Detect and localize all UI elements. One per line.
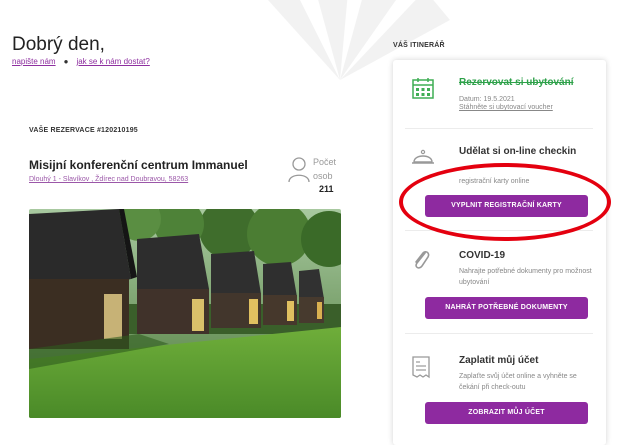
hotel-name: Misijní konferenční centrum Immanuel	[29, 158, 248, 172]
step-covid-text: Nahrajte potřebné dokumenty pro možnost …	[459, 268, 592, 286]
how-to-get-link[interactable]: jak se k nám dostat?	[76, 57, 149, 66]
calendar-icon	[412, 78, 434, 99]
person-icon	[288, 157, 310, 183]
upload-documents-button[interactable]: NAHRÁT POTŘEBNÉ DOKUMENTY	[425, 297, 588, 319]
hotel-address-link[interactable]: Dlouhý 1 - Slavíkov , Ždírec nad Doubrav…	[29, 176, 188, 183]
bell-icon	[412, 149, 434, 164]
paperclip-icon	[415, 250, 430, 269]
show-my-bill-button[interactable]: ZOBRAZIT MŮJ ÚČET	[425, 402, 588, 424]
itinerary-label: VÁŠ ITINERÁŘ	[393, 42, 445, 49]
receipt-icon	[412, 356, 430, 379]
divider	[405, 128, 593, 129]
greeting-links: napište nám ● jak se k nám dostat?	[12, 57, 150, 66]
reservation-label: VAŠE REZERVACE #120210195	[29, 127, 138, 134]
step-pay-text: Zaplaťte svůj účet online a vyhněte se č…	[459, 373, 577, 391]
hotel-photo	[29, 209, 341, 418]
write-us-link[interactable]: napište nám	[12, 57, 56, 66]
itinerary-panel: Rezervovat si ubytování Datum: 19.5.2021…	[393, 60, 606, 445]
separator-dot: ●	[63, 57, 69, 66]
guest-count: Počet osob 211	[285, 155, 345, 195]
download-voucher-link[interactable]: Stáhněte si ubytovací voucher	[459, 104, 553, 111]
step-pay-title: Zaplatit můj účet	[459, 355, 539, 366]
step-checkin-title: Udělat si on-line checkin	[459, 146, 577, 157]
guest-count-value: 211	[319, 184, 334, 194]
highlight-annotation	[399, 163, 611, 241]
step-covid-title: COVID-19	[459, 250, 506, 261]
divider	[405, 333, 593, 334]
step-book-title: Rezervovat si ubytování	[459, 77, 574, 88]
guest-count-label: Počet osob	[313, 157, 337, 181]
greeting-title: Dobrý den,	[12, 34, 105, 55]
